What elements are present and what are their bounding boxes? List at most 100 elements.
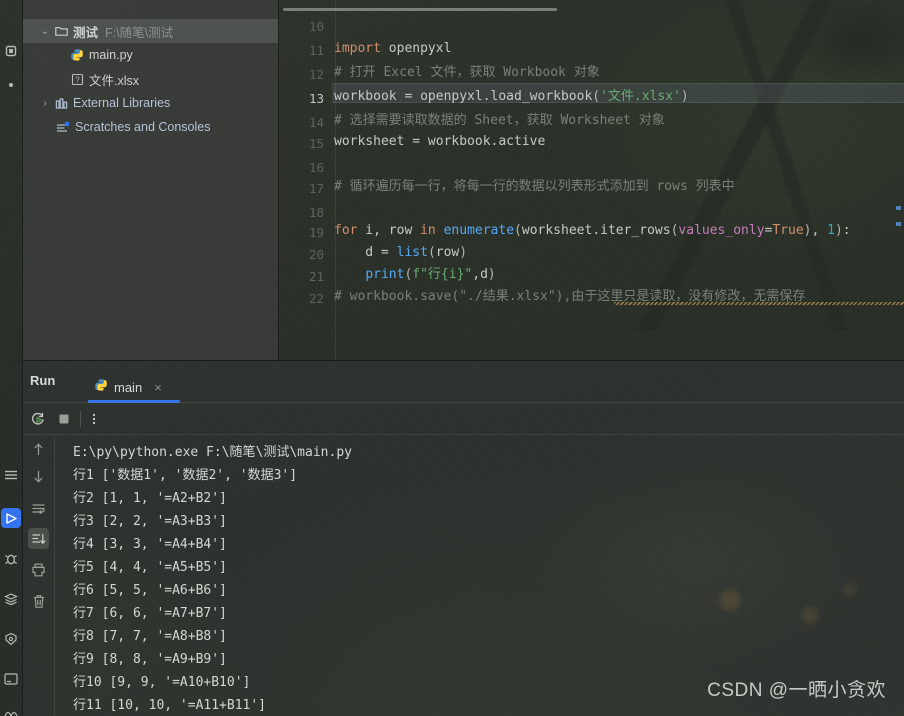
stop-button[interactable]: [54, 409, 74, 429]
tree-label-scratches-and-consoles: Scratches and Consoles: [75, 120, 211, 134]
fold-dot-line15: ·: [340, 136, 344, 147]
console-line: 行7 [6, 6, '=A7+B7']: [73, 606, 227, 621]
run-icon[interactable]: [1, 508, 21, 528]
tree-label-folder-root: 测试: [73, 25, 99, 40]
code-line: # 打开 Excel 文件，获取 Workbook 对象: [334, 63, 600, 83]
code-token: print: [365, 267, 405, 282]
code-token: i, row: [357, 223, 421, 238]
scroll-up-button[interactable]: [28, 439, 49, 460]
code-token: (: [514, 223, 522, 238]
gutter-line-number: 17: [308, 181, 324, 196]
code-token: ): [487, 267, 496, 282]
run-panel-header: Run main ×: [22, 361, 904, 403]
layers-icon[interactable]: [2, 590, 20, 608]
gutter-line-number: 22: [308, 291, 324, 306]
code-line: import openpyxl: [334, 39, 451, 59]
python-icon: [68, 48, 86, 62]
code-token: ,d: [472, 267, 488, 282]
close-icon[interactable]: ×: [154, 380, 162, 395]
console-side-toolbar: [22, 435, 55, 716]
rerun-button[interactable]: [28, 409, 48, 429]
code-token: import: [334, 41, 381, 56]
more-options-button[interactable]: [84, 409, 104, 429]
console-line: 行6 [5, 5, '=A6+B6']: [73, 583, 227, 598]
code-token: ): [680, 89, 689, 104]
code-token: worksheet = workbook.active: [334, 134, 546, 149]
gutter-line-number: 18: [308, 205, 324, 220]
console-line: 行5 [4, 4, '=A5+B5']: [73, 560, 227, 575]
scroll-to-end-button[interactable]: [28, 528, 49, 549]
console-output[interactable]: E:\py\python.exe F:\随笔\测试\main.py 行1 ['数据…: [55, 435, 904, 716]
left-tool-strip: [0, 0, 23, 716]
gutter-line-number: 10: [308, 19, 324, 34]
menu-icon[interactable]: [2, 466, 20, 484]
code-line: worksheet = workbook.active: [334, 132, 545, 152]
scroll-down-button[interactable]: [28, 466, 49, 487]
code-line: workbook = openpyxl.load_workbook('文件.xl…: [334, 87, 689, 107]
code-token: # 选择需要读取数据的 Sheet，获取 Worksheet 对象: [334, 113, 665, 128]
library-icon: [52, 97, 70, 110]
tree-row-file-xlsx[interactable]: ? 文件.xlsx: [22, 67, 278, 91]
code-line: # 循环遍历每一行，将每一行的数据以列表形式添加到 rows 列表中: [334, 177, 735, 197]
console-line: 行10 [9, 9, '=A10+B10']: [73, 675, 251, 690]
console-line: E:\py\python.exe F:\随笔\测试\main.py: [73, 445, 352, 460]
misc-icon[interactable]: [2, 704, 20, 716]
svg-text:?: ?: [75, 75, 80, 84]
gutter-marker-2[interactable]: [896, 222, 901, 226]
print-button[interactable]: [28, 559, 49, 580]
chevron-down-icon[interactable]: ⌄: [38, 26, 52, 37]
code-token: openpyxl: [380, 41, 452, 56]
code-token: enumerate: [443, 223, 515, 238]
code-token: :: [842, 223, 851, 238]
scratches-icon: [54, 121, 72, 134]
editor-gutter: 10 11 12 13 14 15 16 17 18 19 20 21 22: [278, 0, 332, 360]
code-token: for: [334, 223, 358, 238]
console-line: 行2 [1, 1, '=A2+B2']: [73, 491, 227, 506]
gutter-line-number: 14: [308, 115, 324, 130]
code-token: d =: [334, 245, 397, 260]
ide-window: ⌄ 测试 F:\随笔\测试 main.py ? 文件.xlsx › Extern…: [0, 0, 904, 716]
editor-code-area[interactable]: import openpyxl # 打开 Excel 文件，获取 Workbook…: [332, 0, 904, 360]
code-line: d = list(row): [334, 243, 467, 263]
code-token: workbook = openpyxl.load_workbook: [334, 89, 593, 104]
console-line: 行3 [2, 2, '=A3+B3']: [73, 514, 227, 529]
tree-label-external-libraries: External Libraries: [73, 96, 171, 110]
gutter-line-number: 21: [308, 269, 324, 284]
debug-icon[interactable]: [2, 550, 20, 568]
run-tool-window: Run main × E:\py\python.exe F:\随笔\测试\mai…: [22, 360, 904, 716]
inspection-underline: [614, 302, 904, 305]
code-token: row: [435, 245, 460, 260]
console-line: 行8 [7, 7, '=A8+B8']: [73, 629, 227, 644]
code-token: in: [420, 223, 436, 238]
unknown-file-icon: ?: [68, 73, 86, 86]
clear-all-button[interactable]: [28, 591, 49, 612]
run-toolbar: [22, 403, 904, 435]
soft-wrap-button[interactable]: [28, 498, 49, 519]
gutter-line-number: 20: [308, 247, 324, 262]
code-line: for i, row in enumerate(worksheet.iter_r…: [334, 221, 851, 241]
code-token: ): [459, 245, 468, 260]
run-panel-title: Run: [30, 373, 56, 388]
gutter-line-number: 16: [308, 160, 324, 175]
tree-path-folder-root: F:\随笔\测试: [105, 25, 174, 40]
terminal-icon[interactable]: [2, 670, 20, 688]
code-line: # 选择需要读取数据的 Sheet，获取 Worksheet 对象: [334, 111, 665, 131]
tree-row-scratches-and-consoles[interactable]: Scratches and Consoles: [22, 115, 278, 139]
code-token: True: [772, 223, 804, 238]
dot-icon[interactable]: [2, 76, 20, 94]
tree-row-main-py[interactable]: main.py: [22, 43, 278, 67]
toolbar-separator: [80, 411, 81, 427]
gutter-line-number: 13: [308, 91, 324, 106]
code-editor[interactable]: 10 11 12 13 14 15 16 17 18 19 20 21 22 import openpy…: [278, 0, 904, 360]
chevron-right-icon[interactable]: ›: [38, 98, 52, 109]
shield-icon[interactable]: [2, 630, 20, 648]
window-icon[interactable]: [2, 42, 20, 60]
tree-row-folder-root[interactable]: ⌄ 测试 F:\随笔\测试: [22, 19, 278, 43]
console-line: 行11 [10, 10, '=A11+B11']: [73, 698, 267, 713]
run-tab-main[interactable]: main ×: [94, 371, 162, 403]
code-token: ): [834, 223, 843, 238]
tree-row-external-libraries[interactable]: › External Libraries: [22, 91, 278, 115]
gutter-marker-1[interactable]: [896, 206, 901, 210]
code-line: print(f"行{i}",d): [334, 265, 496, 285]
